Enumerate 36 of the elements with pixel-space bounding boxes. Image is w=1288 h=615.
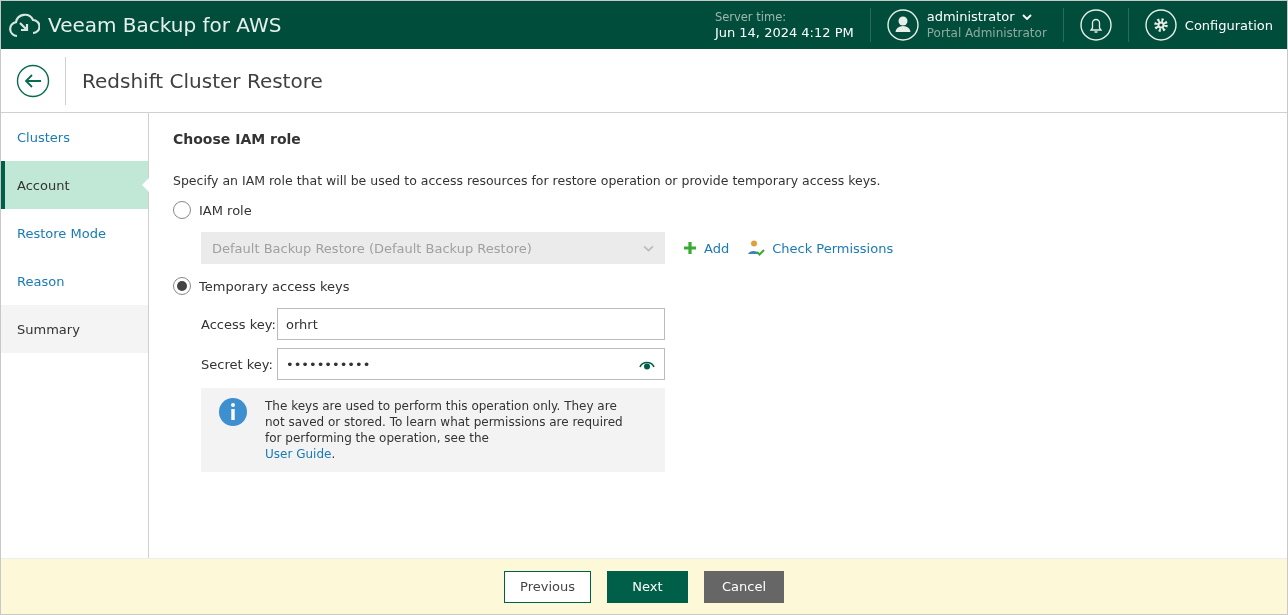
check-permissions-link[interactable]: Check Permissions [747,239,894,257]
plus-icon [683,241,697,255]
radio-option[interactable]: IAM role [173,200,1263,220]
bell-icon[interactable] [1079,9,1112,41]
section-description: Specify an IAM role that will be used to access resources for restore operation or provide temporary access keys. [173,173,882,188]
section-title: Choose IAM role [173,131,302,147]
radio-option[interactable]: Temporary access keys [173,276,1263,296]
access-key-field[interactable]: orhrt [277,308,665,340]
previous-button[interactable]: Previous [504,570,591,603]
secret-key-label: Secret key: [201,356,274,372]
chevron-down-icon [643,244,654,252]
wizard-step[interactable]: Summary [1,305,148,353]
radio-button[interactable] [173,201,191,219]
next-button[interactable]: Next [607,570,688,603]
add-link[interactable]: Add [683,240,730,256]
wizard-step[interactable]: Reason [1,257,148,305]
app-title: Veeam Backup for AWS [48,13,282,37]
server-time-label: Server time: [714,9,788,25]
settings-icon [1144,9,1177,41]
info-text: The keys are used to perform this operation only. They are not saved or stored. To learn what permissions are required for performing the operation, see the User Guide. [265,398,624,462]
user-name[interactable]: administrator [926,9,1015,25]
wizard-step[interactable]: Clusters [1,113,148,161]
user-check-icon [747,239,766,257]
user-avatar-icon[interactable] [886,9,919,41]
server-time: Jun 14, 2024 4:12 PM [714,25,854,41]
page-title: Redshift Cluster Restore [82,68,323,93]
wizard-step[interactable]: Account [1,161,148,209]
chevron-down-icon[interactable] [1021,14,1032,20]
configuration-button[interactable]: Configuration [1144,9,1273,41]
access-key-label: Access key: [201,316,277,332]
user-role: Portal Administrator [926,25,1047,41]
radio-button[interactable] [173,277,191,295]
secret-key-field[interactable]: ••••••••••• [277,348,665,380]
info-icon [219,398,247,426]
wizard-step[interactable]: Restore Mode [1,209,148,257]
cancel-button[interactable]: Cancel [704,570,784,603]
